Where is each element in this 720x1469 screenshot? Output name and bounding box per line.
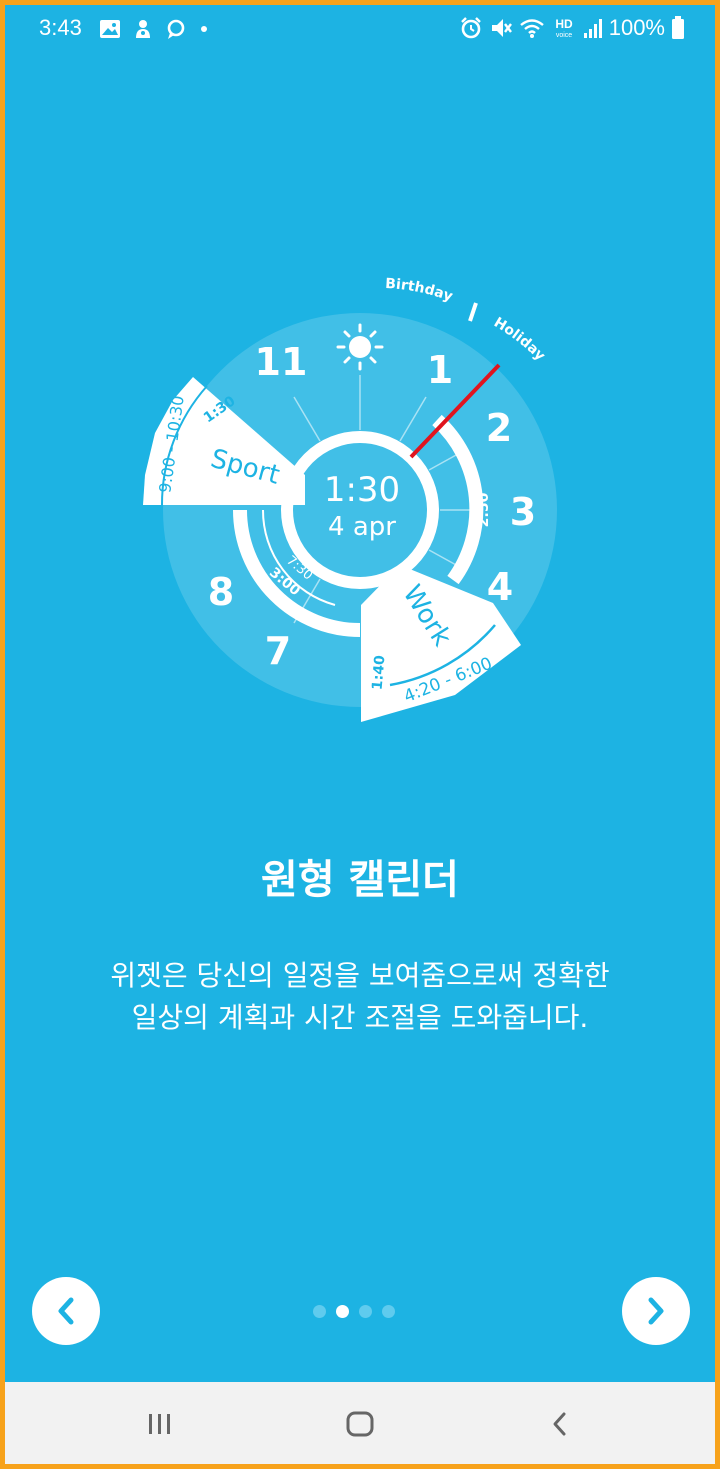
chevron-left-icon	[58, 1297, 74, 1325]
holiday-label: Holiday	[491, 315, 548, 364]
ring-right-duration: 2:50	[476, 492, 492, 527]
next-button[interactable]	[622, 1277, 690, 1345]
page-dot-1[interactable]	[313, 1305, 326, 1318]
back-button[interactable]	[538, 1402, 582, 1446]
screen: 3:43 HD voice 100% Birthday Holiday 11 1…	[5, 5, 715, 1464]
hour-4: 4	[487, 565, 513, 609]
chevron-right-icon	[648, 1297, 664, 1325]
center-time: 1:30	[324, 470, 400, 510]
hour-8: 8	[208, 570, 234, 614]
previous-button[interactable]	[32, 1277, 100, 1345]
birthday-label: Birthday	[385, 276, 455, 305]
back-icon	[553, 1412, 566, 1436]
hour-11: 11	[255, 340, 308, 384]
description-line-1: 위젯은 당신의 일정을 보여줌으로써 정확한	[110, 959, 610, 992]
page-dot-4[interactable]	[382, 1305, 395, 1318]
page-dot-2-active[interactable]	[336, 1305, 349, 1318]
recent-apps-button[interactable]	[138, 1402, 182, 1446]
recent-apps-icon	[149, 1414, 170, 1434]
hour-3: 3	[510, 490, 536, 534]
hour-2: 2	[486, 406, 512, 450]
circular-calendar-widget: Birthday Holiday 11 1 2 3 4 7 8 1:30 4 a…	[143, 276, 557, 722]
system-navigation-bar	[5, 1382, 715, 1464]
work-duration: 1:40	[370, 654, 389, 690]
home-icon	[346, 1411, 374, 1437]
page-title: 원형 캘린더	[261, 857, 459, 903]
sun-icon	[336, 323, 384, 371]
page-indicator	[313, 1305, 395, 1318]
page-description: 위젯은 당신의 일정을 보여줌으로써 정확한 일상의 계획과 시간 조절을 도와…	[25, 955, 695, 1039]
hour-1: 1	[427, 348, 453, 392]
label-separator	[468, 302, 478, 322]
description-line-2: 일상의 계획과 시간 조절을 도와줍니다.	[131, 1001, 589, 1034]
center-date: 4 apr	[328, 512, 396, 542]
page-dot-3[interactable]	[359, 1305, 372, 1318]
hour-7: 7	[265, 629, 291, 673]
home-button[interactable]	[338, 1402, 382, 1446]
